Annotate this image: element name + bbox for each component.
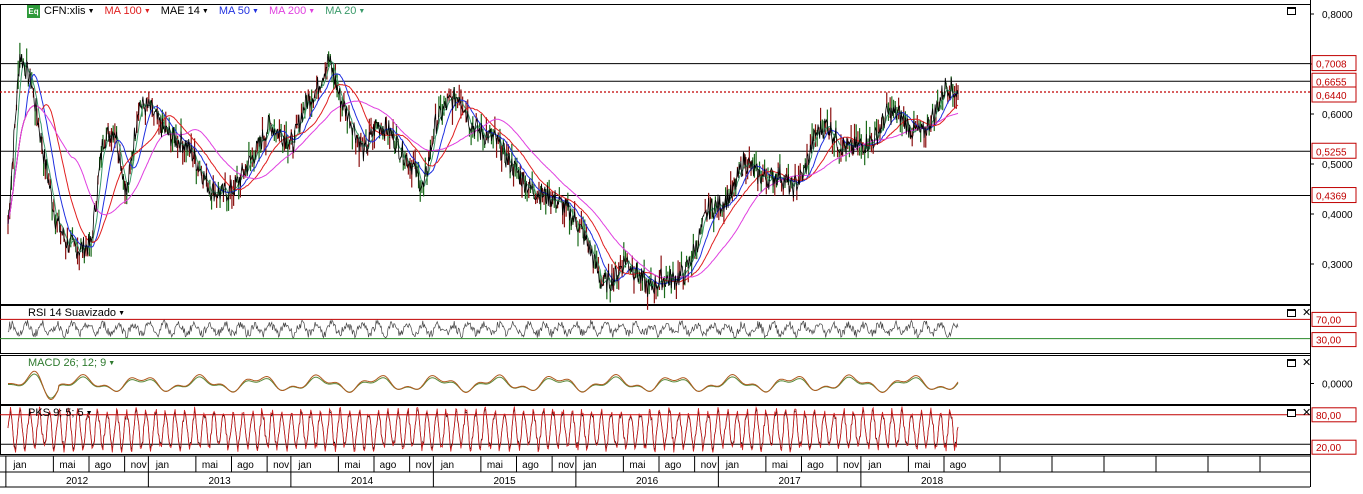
chart-canvas[interactable]: 0,80000,70000,60000,50000,40000,30000,70… bbox=[0, 0, 1363, 491]
legend-ma100-label: MA 100 bbox=[104, 5, 142, 17]
legend-ma50[interactable]: MA 50 ▼ bbox=[219, 5, 259, 17]
month-label: mai bbox=[344, 460, 360, 471]
legend-ma200-label: MA 200 bbox=[268, 5, 307, 17]
month-label: jan bbox=[725, 460, 739, 471]
rsi-panel-selector[interactable]: RSI 14 Suavizado ▼ bbox=[28, 307, 125, 319]
month-label: jan bbox=[867, 460, 881, 471]
close-rsi-panel-icon[interactable]: ✕ bbox=[1302, 308, 1311, 319]
pks-label: PKS 9; 5; 5 bbox=[28, 407, 84, 419]
rsi-upper-label: 70,00 bbox=[1316, 315, 1341, 326]
month-label: mai bbox=[487, 460, 503, 471]
maximize-rsi-panel-icon[interactable] bbox=[1287, 309, 1296, 317]
month-label: mai bbox=[202, 460, 218, 471]
pks-lower-label: 20,00 bbox=[1316, 443, 1341, 454]
price-line bbox=[7, 53, 959, 297]
price-axis-label: 0,5000 bbox=[1322, 160, 1353, 171]
macd-label: MACD 26; 12; 9 bbox=[28, 357, 107, 369]
year-label: 2017 bbox=[779, 476, 802, 487]
symbol-label: CFN:xlis bbox=[44, 5, 86, 17]
month-label: jan bbox=[12, 460, 26, 471]
month-label: jan bbox=[582, 460, 596, 471]
year-label: 2018 bbox=[921, 476, 944, 487]
month-label: nov bbox=[416, 460, 432, 471]
year-label: 2015 bbox=[494, 476, 517, 487]
month-label: mai bbox=[59, 460, 75, 471]
month-label: ago bbox=[380, 460, 397, 471]
dropdown-arrow-icon: ▼ bbox=[252, 7, 259, 15]
macd-line bbox=[8, 370, 959, 400]
month-label: jan bbox=[155, 460, 169, 471]
month-label: nov bbox=[131, 460, 147, 471]
macd-zero-label: 0,0000 bbox=[1322, 380, 1353, 391]
maximize-main-panel-icon[interactable] bbox=[1287, 7, 1296, 15]
dropdown-arrow-icon: ▼ bbox=[118, 309, 125, 317]
legend-ma100[interactable]: MA 100 ▼ bbox=[105, 5, 151, 17]
rsi-lower-label: 30,00 bbox=[1316, 336, 1341, 347]
maximize-macd-panel-icon[interactable] bbox=[1287, 359, 1296, 367]
legend-mae14[interactable]: MAE 14 ▼ bbox=[161, 5, 209, 17]
legend-ma50-label: MA 50 bbox=[218, 5, 251, 17]
price-level-label: 0,4369 bbox=[1316, 192, 1347, 203]
month-label: nov bbox=[701, 460, 717, 471]
chart-window: 0,80000,70000,60000,50000,40000,30000,70… bbox=[0, 0, 1363, 491]
month-label: mai bbox=[629, 460, 645, 471]
price-level-label: 0,5255 bbox=[1316, 147, 1347, 158]
close-macd-panel-icon[interactable]: ✕ bbox=[1302, 358, 1311, 369]
symbol-selector[interactable]: Eq CFN:xlis ▼ bbox=[27, 4, 95, 18]
legend-ma200[interactable]: MA 200 ▼ bbox=[269, 5, 315, 17]
month-label: ago bbox=[237, 460, 254, 471]
legend-bar: Eq CFN:xlis ▼ MA 100 ▼ MAE 14 ▼ MA 50 ▼ … bbox=[27, 3, 365, 19]
year-label: 2012 bbox=[66, 476, 89, 487]
maximize-pks-panel-icon[interactable] bbox=[1287, 409, 1296, 417]
month-label: mai bbox=[914, 460, 930, 471]
month-label: nov bbox=[273, 460, 289, 471]
price-axis-label: 0,4000 bbox=[1322, 210, 1353, 221]
month-label: nov bbox=[843, 460, 859, 471]
dropdown-arrow-icon: ▼ bbox=[201, 7, 209, 15]
dropdown-arrow-icon: ▼ bbox=[358, 7, 366, 15]
legend-ma20[interactable]: MA 20 ▼ bbox=[325, 5, 365, 17]
dropdown-arrow-icon: ▼ bbox=[308, 7, 316, 15]
year-label: 2014 bbox=[351, 476, 374, 487]
month-label: ago bbox=[950, 460, 967, 471]
rsi-line bbox=[7, 319, 959, 339]
month-label: jan bbox=[297, 460, 311, 471]
month-label: ago bbox=[807, 460, 824, 471]
dropdown-arrow-icon: ▼ bbox=[85, 409, 93, 417]
month-label: mai bbox=[772, 460, 788, 471]
panel-frame bbox=[0, 305, 1311, 354]
month-label: ago bbox=[522, 460, 539, 471]
pks-panel-selector[interactable]: PKS 9; 5; 5 ▼ bbox=[28, 407, 93, 419]
pks-upper-label: 80,00 bbox=[1316, 411, 1341, 422]
dropdown-arrow-icon: ▼ bbox=[108, 359, 116, 367]
price-level-label: 0,6440 bbox=[1316, 91, 1347, 102]
legend-ma20-label: MA 20 bbox=[325, 5, 357, 17]
month-label: jan bbox=[440, 460, 454, 471]
price-axis-label: 0,6000 bbox=[1322, 110, 1353, 121]
price-axis-label: 0,3000 bbox=[1322, 260, 1353, 271]
pks-fast-line bbox=[7, 405, 959, 453]
macd-panel-selector[interactable]: MACD 26; 12; 9 ▼ bbox=[28, 357, 115, 369]
rsi-label: RSI 14 Suavizado bbox=[28, 307, 117, 319]
legend-mae14-label: MAE 14 bbox=[160, 5, 200, 17]
dropdown-arrow-icon: ▼ bbox=[143, 7, 151, 15]
panel-frame bbox=[0, 4, 1311, 305]
year-label: 2013 bbox=[209, 476, 232, 487]
month-label: ago bbox=[665, 460, 682, 471]
ma20-line bbox=[7, 60, 959, 289]
price-level-label: 0,7008 bbox=[1316, 60, 1347, 71]
panel-frame bbox=[0, 355, 1311, 405]
month-label: nov bbox=[558, 460, 574, 471]
year-label: 2016 bbox=[636, 476, 659, 487]
dropdown-arrow-icon: ▼ bbox=[87, 7, 95, 15]
equity-icon: Eq bbox=[27, 4, 40, 18]
close-pks-panel-icon[interactable]: ✕ bbox=[1302, 408, 1311, 419]
month-label: ago bbox=[95, 460, 112, 471]
price-axis-label: 0,8000 bbox=[1322, 10, 1353, 21]
